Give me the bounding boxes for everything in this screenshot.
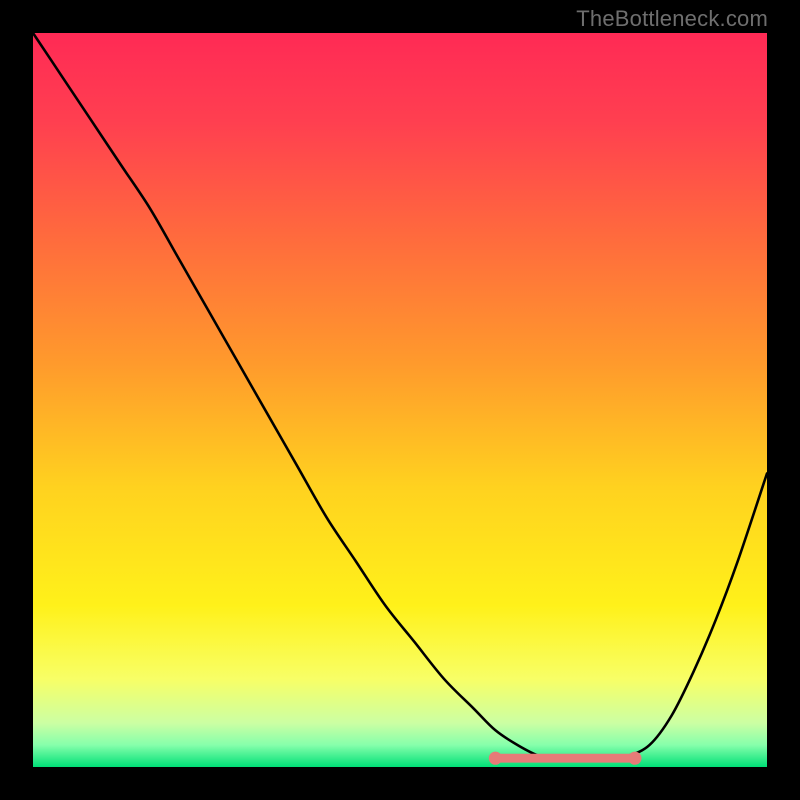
plot-area (33, 33, 767, 767)
chart-frame: TheBottleneck.com (0, 0, 800, 800)
curve-layer (33, 33, 767, 767)
optimal-zone (489, 752, 642, 765)
bottleneck-curve (33, 33, 767, 760)
watermark-text: TheBottleneck.com (576, 6, 768, 32)
